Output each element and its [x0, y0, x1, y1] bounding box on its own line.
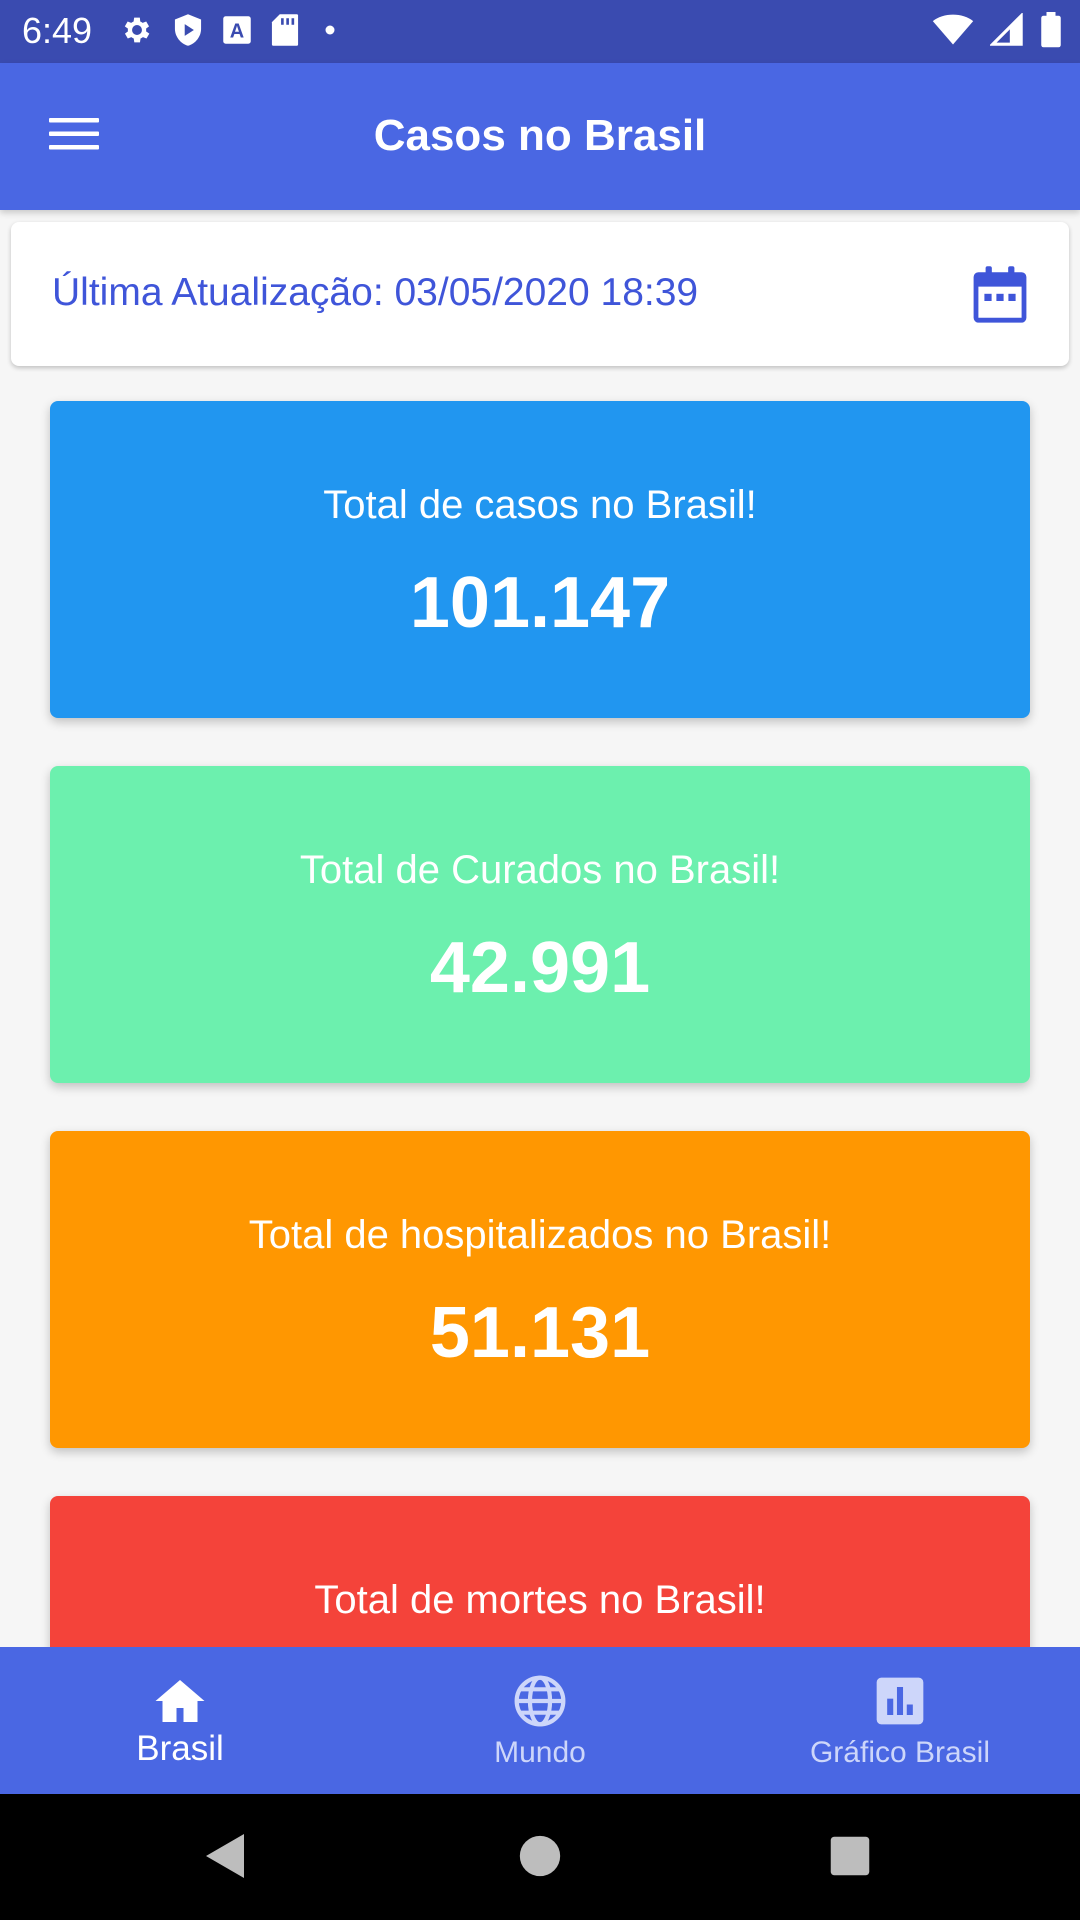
- total-cases-label: Total de casos no Brasil!: [323, 483, 757, 527]
- bottom-navigation: Brasil Mundo Gráfico Brasil: [0, 1647, 1080, 1794]
- last-update-text: Última Atualização: 03/05/2020 18:39: [52, 271, 699, 314]
- home-icon: [152, 1673, 208, 1729]
- calendar-button[interactable]: [971, 265, 1029, 325]
- total-cases-value: 101.147: [409, 563, 671, 643]
- bar-chart-icon: [872, 1673, 928, 1729]
- sd-card-icon: [270, 13, 300, 47]
- text-a-icon: A: [222, 15, 252, 45]
- status-bar: 6:49 A: [0, 0, 1080, 63]
- recents-icon: [829, 1835, 871, 1882]
- nav-label-brasil: Brasil: [136, 1729, 224, 1768]
- nav-label-mundo: Mundo: [494, 1736, 586, 1769]
- nav-item-mundo[interactable]: Mundo: [360, 1647, 720, 1794]
- total-hospitalized-card: Total de hospitalizados no Brasil! 51.13…: [50, 1131, 1030, 1448]
- nav-item-grafico-brasil[interactable]: Gráfico Brasil: [720, 1647, 1080, 1794]
- dot-icon: [318, 18, 342, 42]
- total-cured-label: Total de Curados no Brasil!: [299, 848, 781, 892]
- app-screen: 6:49 A Casos no Brasil Última Atualizaçã…: [0, 0, 1080, 1920]
- last-update-card: Última Atualização: 03/05/2020 18:39: [11, 222, 1069, 366]
- status-icons-right: [932, 12, 1062, 53]
- back-button[interactable]: [196, 1830, 252, 1886]
- home-circle-icon: [518, 1834, 562, 1883]
- recents-button[interactable]: [822, 1830, 878, 1886]
- shield-play-icon: [172, 13, 204, 47]
- total-hospitalized-label: Total de hospitalizados no Brasil!: [248, 1213, 832, 1257]
- battery-icon: [1040, 12, 1062, 53]
- calendar-icon: [971, 266, 1029, 329]
- status-time: 6:49: [22, 10, 93, 51]
- nav-item-brasil[interactable]: Brasil: [0, 1647, 360, 1794]
- signal-icon: [989, 12, 1024, 52]
- home-system-button[interactable]: [512, 1830, 568, 1886]
- total-cured-value: 42.991: [429, 928, 651, 1008]
- total-cases-card: Total de casos no Brasil! 101.147: [50, 401, 1030, 718]
- svg-text:A: A: [230, 21, 244, 43]
- app-bar: Casos no Brasil: [0, 63, 1080, 210]
- page-title: Casos no Brasil: [373, 111, 707, 160]
- system-navigation-bar: [0, 1794, 1080, 1920]
- total-hospitalized-value: 51.131: [429, 1293, 651, 1373]
- nav-label-grafico-brasil: Gráfico Brasil: [809, 1736, 991, 1769]
- total-deaths-label: Total de mortes no Brasil!: [314, 1578, 766, 1622]
- wifi-icon: [932, 13, 974, 52]
- globe-icon: [512, 1673, 568, 1729]
- status-icons-left: A: [120, 13, 342, 47]
- back-icon: [202, 1832, 246, 1885]
- gear-icon: [120, 13, 154, 47]
- total-cured-card: Total de Curados no Brasil! 42.991: [50, 766, 1030, 1083]
